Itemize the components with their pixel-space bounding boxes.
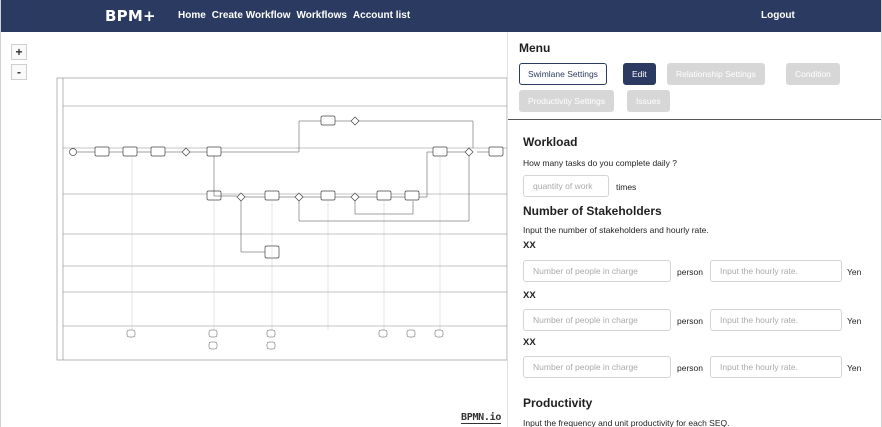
nav-create-workflow[interactable]: Create Workflow (212, 10, 291, 21)
productivity-settings-button[interactable]: Productivity Settings (519, 90, 615, 112)
data-store (378, 329, 388, 338)
gateway (181, 147, 191, 157)
data-store (406, 329, 416, 338)
workload-quantity-input[interactable]: quantity of work (523, 175, 609, 197)
bpmn-diagram[interactable] (55, 76, 507, 362)
zoom-in-button[interactable]: + (11, 44, 27, 60)
stakeholder-label: XX (523, 337, 536, 348)
productivity-title: Productivity (523, 396, 593, 410)
stakeholder-label: XX (523, 290, 536, 301)
people-in-charge-input[interactable]: Number of people in charge (523, 260, 671, 282)
gateway (350, 116, 360, 126)
task (150, 146, 166, 157)
nav-account-list[interactable]: Account list (353, 10, 410, 21)
task (376, 190, 392, 201)
start-event (69, 148, 77, 156)
hourly-rate-input[interactable]: Input the hourly rate. (710, 309, 842, 331)
workload-question: How many tasks do you complete daily ? (523, 158, 678, 168)
task (94, 146, 110, 157)
yen-unit: Yen (847, 316, 862, 326)
task (320, 115, 336, 126)
stakeholders-title: Number of Stakeholders (523, 204, 662, 218)
data-store (266, 329, 276, 338)
sequence-flow (240, 201, 265, 253)
people-in-charge-input[interactable]: Number of people in charge (523, 356, 671, 378)
pool-border (56, 77, 507, 361)
sequence-flow (419, 151, 433, 198)
zoom-out-button[interactable]: - (11, 64, 27, 80)
task (488, 146, 504, 157)
relationship-settings-button[interactable]: Relationship Settings (667, 63, 765, 85)
data-store (208, 329, 218, 338)
sequence-flow (359, 120, 474, 148)
data-store (208, 341, 218, 350)
edit-button[interactable]: Edit (623, 63, 656, 85)
bpmn-io-logo[interactable]: BPMN.io (461, 412, 501, 424)
swimlane-settings-button[interactable]: Swimlane Settings (519, 63, 607, 85)
stakeholder-label: XX (523, 240, 536, 251)
workload-title: Workload (523, 135, 578, 149)
nav-home[interactable]: Home (178, 10, 206, 21)
data-store (126, 329, 136, 338)
workload-unit: times (616, 182, 637, 192)
yen-unit: Yen (847, 363, 862, 373)
sequence-flow (213, 156, 237, 197)
gateway (464, 147, 474, 157)
properties-panel: Menu Swimlane Settings Edit Relationship… (507, 32, 881, 427)
sequence-flow (221, 120, 321, 153)
hourly-rate-input[interactable]: Input the hourly rate. (710, 356, 842, 378)
condition-button[interactable]: Condition (786, 63, 840, 85)
nav-links: Home Create Workflow Workflows Account l… (178, 10, 410, 21)
top-navbar: BPM+ Home Create Workflow Workflows Acco… (1, 0, 881, 32)
logout-link[interactable]: Logout (761, 10, 795, 21)
task (264, 190, 280, 201)
task (122, 146, 138, 157)
data-store (434, 329, 444, 338)
task (432, 146, 448, 157)
people-in-charge-input[interactable]: Number of people in charge (523, 309, 671, 331)
yen-unit: Yen (847, 267, 862, 277)
brand-logo[interactable]: BPM+ (105, 7, 156, 25)
hourly-rate-input[interactable]: Input the hourly rate. (710, 260, 842, 282)
productivity-description: Input the frequency and unit productivit… (523, 418, 730, 427)
stakeholders-description: Input the number of stakeholders and hou… (523, 225, 709, 235)
task (404, 190, 420, 201)
panel-divider (508, 119, 881, 120)
person-unit: person (677, 316, 703, 326)
person-unit: person (677, 267, 703, 277)
issues-button[interactable]: Issues (627, 90, 670, 112)
data-store (266, 341, 276, 350)
menu-title: Menu (519, 41, 551, 55)
task (206, 146, 222, 157)
bpmn-canvas[interactable]: + - BPMN.io (1, 32, 507, 427)
person-unit: person (677, 363, 703, 373)
app-window: BPM+ Home Create Workflow Workflows Acco… (0, 0, 882, 427)
task (320, 190, 336, 201)
nav-workflows[interactable]: Workflows (297, 10, 347, 21)
